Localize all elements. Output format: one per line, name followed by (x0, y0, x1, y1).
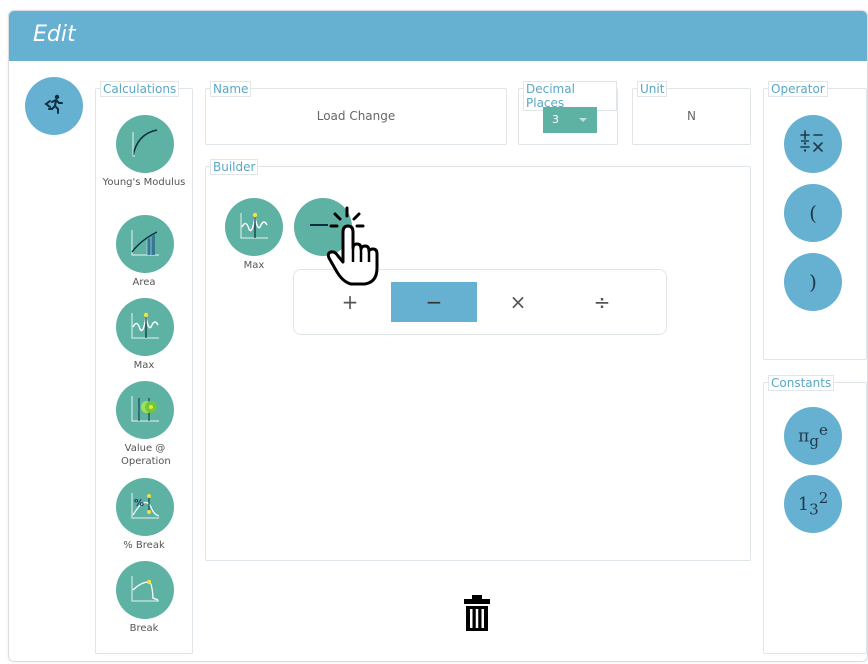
area-icon (125, 222, 165, 266)
calc-youngs-modulus-button[interactable] (116, 115, 174, 173)
calc-value-at-operation-button[interactable] (116, 381, 174, 439)
builder-panel: Builder Max (205, 159, 751, 561)
delete-button[interactable] (462, 594, 492, 634)
unit-group: Unit N (632, 81, 751, 145)
constant-g: g (809, 432, 819, 451)
calc-percent-break-button[interactable]: % (116, 478, 174, 536)
constants-legend: Constants (768, 375, 835, 391)
youngs-modulus-icon (125, 122, 165, 166)
builder-token-max-label: Max (243, 260, 265, 271)
max-icon (125, 305, 165, 349)
back-button[interactable] (25, 77, 83, 135)
operator-open-paren-button[interactable]: ( (784, 184, 842, 242)
title-bar: Edit (9, 11, 867, 61)
unit-input[interactable]: N (633, 109, 750, 123)
operator-legend: Operator (768, 81, 828, 97)
calc-max-label: Max (133, 360, 155, 371)
builder-legend: Builder (210, 159, 259, 175)
calc-max-button[interactable] (116, 298, 174, 356)
break-icon (125, 568, 165, 612)
edit-window: Edit Calculations Young's Modulus Area M… (8, 10, 868, 662)
decimal-places-group: Decimal Places 3 (518, 81, 618, 145)
op-divide-button[interactable]: ÷ (559, 282, 645, 322)
op-minus-button[interactable]: − (391, 282, 477, 322)
unit-legend: Unit (637, 81, 668, 97)
operator-close-paren-button[interactable]: ) (784, 253, 842, 311)
trash-icon (462, 595, 492, 638)
builder-token-max[interactable] (225, 198, 283, 256)
name-field-group: Name Load Change (205, 81, 507, 145)
constants-button[interactable]: πge (784, 407, 842, 465)
calc-break-label: Break (129, 623, 159, 634)
calculations-legend: Calculations (100, 81, 180, 97)
operator-panel: Operator ( ) (763, 81, 867, 360)
calculations-panel: Calculations Young's Modulus Area Max Va… (95, 81, 193, 654)
decimal-places-value: 3 (552, 113, 559, 126)
constant-e: e (818, 421, 828, 440)
constant-pi: π (798, 427, 810, 448)
window-title: Edit (33, 22, 76, 47)
arithmetic-operators-icon (796, 125, 830, 163)
percent-break-icon: % (125, 485, 165, 529)
chevron-down-icon (579, 118, 587, 122)
calc-value-at-operation-label: Value @ Operation (121, 443, 171, 467)
number-sup: 2 (818, 489, 829, 508)
numbers-button[interactable]: 132 (784, 475, 842, 533)
value-at-operation-icon (125, 388, 165, 432)
op-multiply-button[interactable]: × (475, 282, 561, 322)
svg-text:%: % (134, 498, 144, 509)
number-main: 1 (797, 494, 810, 516)
calc-percent-break-label: % Break (123, 540, 165, 551)
constants-panel: Constants πge 132 (763, 375, 867, 654)
hand-cursor-icon (321, 206, 385, 288)
calc-youngs-modulus-label: Young's Modulus (102, 177, 186, 188)
name-legend: Name (210, 81, 252, 97)
numbers-icon: 132 (798, 489, 829, 519)
calc-break-button[interactable] (116, 561, 174, 619)
open-paren-label: ( (809, 201, 817, 225)
constants-icon: πge (798, 421, 828, 450)
back-run-icon (43, 94, 65, 118)
name-input[interactable]: Load Change (206, 109, 506, 123)
close-paren-label: ) (809, 270, 817, 294)
max-icon (234, 205, 274, 249)
operator-arithmetic-button[interactable] (784, 115, 842, 173)
calc-area-button[interactable] (116, 215, 174, 273)
number-sub: 3 (809, 500, 819, 519)
decimal-places-select[interactable]: 3 (543, 107, 597, 133)
calc-area-label: Area (132, 277, 156, 288)
